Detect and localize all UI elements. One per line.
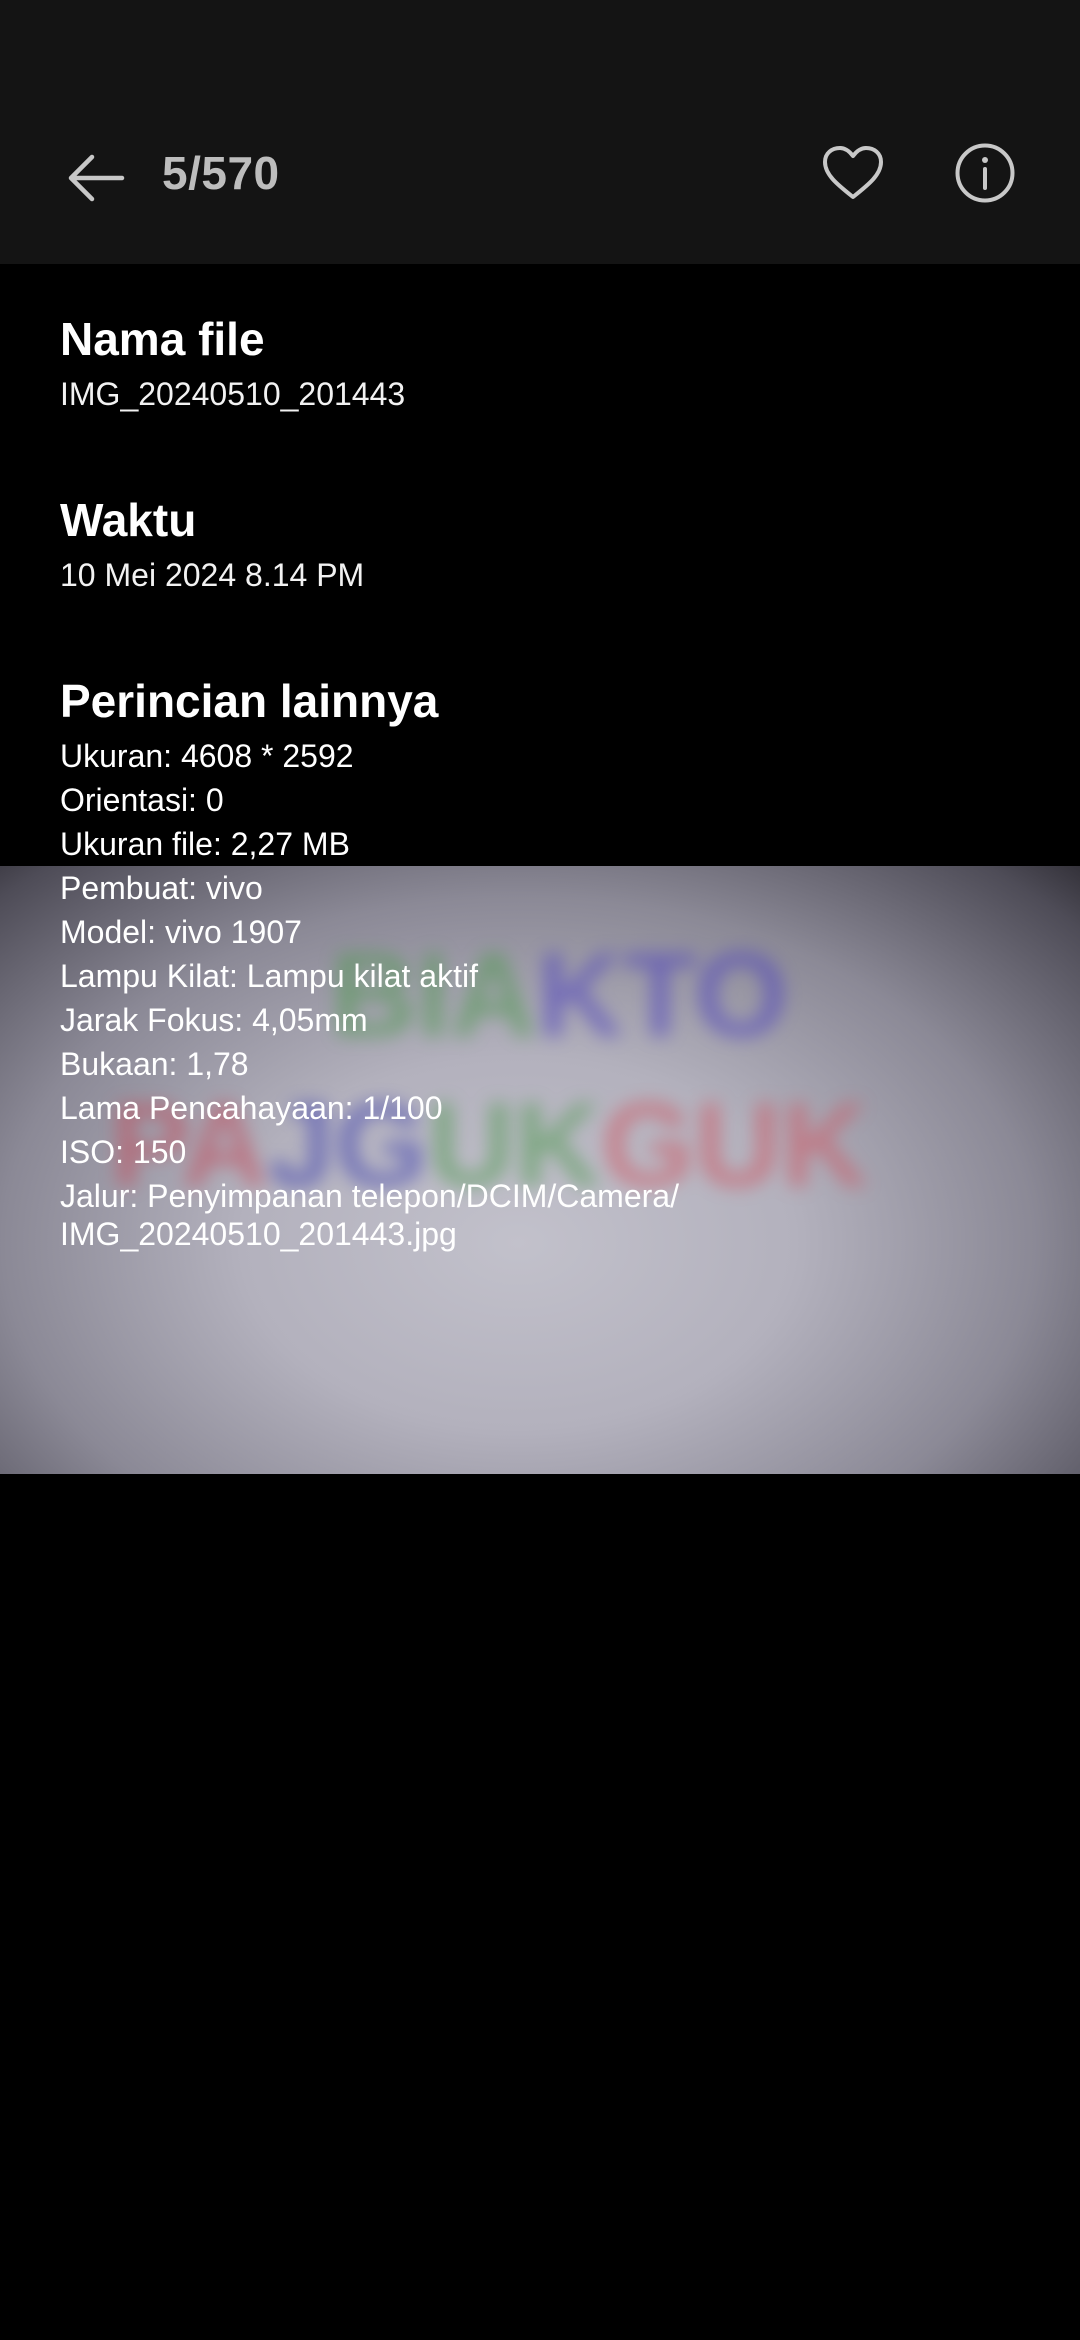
arrow-left-icon: [68, 154, 125, 202]
time-heading: Waktu: [60, 494, 197, 546]
file-name-heading: Nama file: [60, 313, 265, 365]
detail-exposure: Lama Pencahayaan: 1/100: [60, 1090, 443, 1126]
file-name-value: IMG_20240510_201443: [60, 376, 406, 412]
detail-file-size: Ukuran file: 2,27 MB: [60, 826, 350, 862]
photo-content: BIAKTO: [330, 928, 788, 1062]
detail-flash: Lampu Kilat: Lampu kilat aktif: [60, 958, 478, 994]
detail-size: Ukuran: 4608 * 2592: [60, 738, 354, 774]
heart-outline-icon: [823, 146, 883, 199]
detail-model: Model: vivo 1907: [60, 914, 302, 950]
back-button[interactable]: [58, 140, 134, 216]
detail-path: Jalur: Penyimpanan telepon/DCIM/Camera/: [60, 1178, 679, 1214]
detail-maker: Pembuat: vivo: [60, 870, 263, 906]
detail-focal-length: Jarak Fokus: 4,05mm: [60, 1002, 368, 1038]
photo-counter: 5/570: [162, 147, 280, 199]
info-circle-icon: [955, 143, 1015, 203]
detail-iso: ISO: 150: [60, 1134, 187, 1170]
detail-path-filename: IMG_20240510_201443.jpg: [60, 1216, 457, 1252]
time-value: 10 Mei 2024 8.14 PM: [60, 557, 365, 593]
detail-aperture: Bukaan: 1,78: [60, 1046, 249, 1082]
image-details-screen: 5/570 BIAKTO PAJGUKGUK Nama file IMG_202…: [0, 0, 1080, 2340]
info-button[interactable]: [950, 138, 1020, 208]
detail-orientation: Orientasi: 0: [60, 782, 224, 818]
top-bar: 5/570: [0, 0, 1080, 264]
other-details-heading: Perincian lainnya: [60, 675, 439, 727]
favorite-button[interactable]: [818, 138, 888, 208]
